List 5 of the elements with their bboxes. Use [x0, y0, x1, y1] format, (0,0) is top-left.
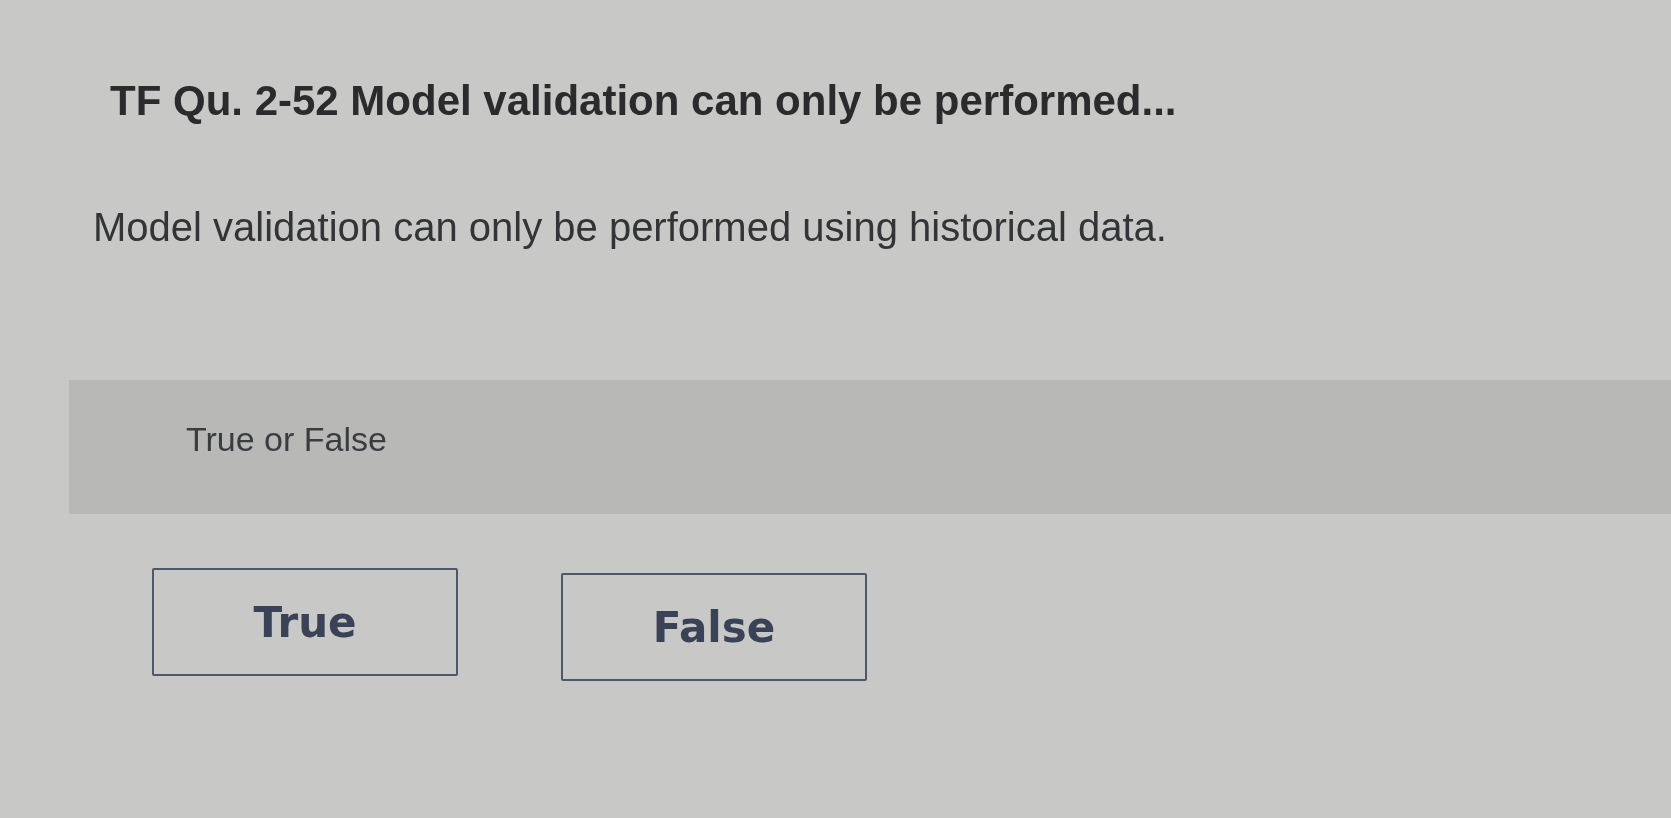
answer-option-button[interactable]: True — [152, 568, 458, 676]
question-text: Model validation can only be performed using historical data. — [93, 204, 1167, 251]
answer-type-label: True or False — [186, 419, 387, 459]
answer-option-button[interactable]: False — [561, 573, 867, 681]
question-title: TF Qu. 2-52 Model validation can only be performed... — [110, 76, 1177, 126]
